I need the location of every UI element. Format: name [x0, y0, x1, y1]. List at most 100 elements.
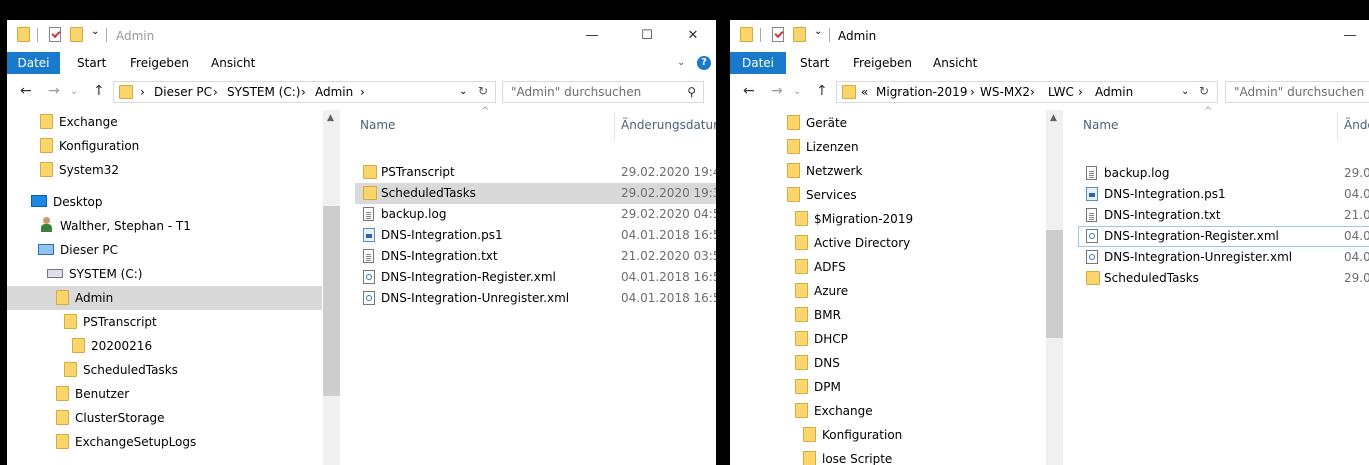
scroll-up-arrow-icon[interactable]: ▲ [1050, 113, 1057, 123]
address-dropdown-icon[interactable]: ⌄ [1181, 86, 1189, 97]
help-icon[interactable]: ? [697, 56, 711, 70]
tree-item-dpm[interactable]: DPM [795, 375, 841, 399]
chevron-icon[interactable]: › [213, 85, 218, 99]
up-icon[interactable]: ↑ [93, 83, 105, 99]
scrollbar-thumb[interactable] [323, 206, 340, 396]
file-row-dns-integration-register-xml[interactable]: DNS-Integration-Register.xml 04.01 [1078, 226, 1369, 247]
tree-item-active-directory[interactable]: Active Directory [795, 231, 910, 255]
refresh-icon[interactable]: ↻ [478, 84, 488, 98]
chevron-icon[interactable]: › [360, 85, 365, 99]
tree-item-netzwerk[interactable]: Netzwerk [787, 159, 862, 183]
tree-item-konfiguration[interactable]: Konfiguration [803, 423, 902, 447]
file-row-scheduledtasks[interactable]: ScheduledTasks 29.02.2020 19:36 [355, 183, 716, 204]
tree-item-exchange[interactable]: Exchange [40, 110, 118, 134]
new-folder-icon[interactable] [793, 27, 806, 42]
tree-item-lizenzen[interactable]: Lizenzen [787, 135, 859, 159]
file-row-dns-integration-ps1[interactable]: DNS-Integration.ps1 04.01.2018 16:59 [355, 225, 716, 246]
breadcrumb-lwc[interactable]: LWC [1048, 85, 1074, 99]
breadcrumb-admin[interactable]: Admin [1095, 85, 1133, 99]
properties-icon[interactable] [772, 27, 784, 42]
chevron-icon[interactable]: › [301, 85, 306, 99]
search-icon[interactable]: ⚲ [687, 82, 696, 102]
file-row-dns-integration-unregister-xml[interactable]: DNS-Integration-Unregister.xml 04.01.201… [355, 288, 716, 309]
up-icon[interactable]: ↑ [816, 83, 828, 99]
tab-ansicht[interactable]: Ansicht [211, 52, 255, 74]
customize-qat-icon[interactable]: ⌄ [91, 26, 99, 37]
refresh-icon[interactable]: ↻ [1199, 84, 1209, 98]
tree-item-desktop[interactable]: Desktop [31, 190, 103, 214]
forward-icon[interactable]: → [48, 83, 60, 99]
breadcrumb-overflow[interactable]: « [861, 85, 868, 99]
tab-start[interactable]: Start [800, 52, 829, 74]
tree-item-dhcp[interactable]: DHCP [795, 327, 848, 351]
breadcrumb-ws-mx2[interactable]: WS-MX2 [980, 85, 1030, 99]
tree-item-admin[interactable]: Admin [7, 286, 322, 310]
search-input[interactable]: "Admin" durchsuchen [1225, 81, 1369, 103]
tab-ansicht[interactable]: Ansicht [933, 52, 977, 74]
tree-item-geraete[interactable]: Geräte [787, 111, 847, 135]
tree-item-migration-2019[interactable]: $Migration-2019 [795, 207, 913, 231]
file-row-dns-integration-ps1[interactable]: DNS-Integration.ps1 04.01 [1078, 184, 1369, 205]
back-icon[interactable]: ← [20, 83, 32, 99]
column-header-name[interactable]: Name [1083, 118, 1118, 132]
tree-item-system-c[interactable]: SYSTEM (C:) [47, 262, 142, 286]
tree-item-adfs[interactable]: ADFS [795, 255, 846, 279]
column-divider[interactable] [1337, 112, 1338, 140]
file-row-backup-log[interactable]: backup.log 29.02 [1078, 163, 1369, 184]
new-folder-icon[interactable] [70, 27, 83, 42]
address-bar[interactable]: › Dieser PC › SYSTEM (C:) › Admin › ⌄ ↻ [113, 81, 496, 103]
recent-dropdown-icon[interactable]: ⌄ [793, 86, 801, 97]
nav-scrollbar[interactable]: ▲ [323, 110, 340, 465]
customize-qat-icon[interactable]: ⌄ [814, 26, 822, 37]
back-icon[interactable]: ← [743, 83, 755, 99]
nav-scrollbar[interactable]: ▲ [1046, 110, 1063, 465]
tree-item-benutzer[interactable]: Benutzer [56, 382, 129, 406]
maximize-button[interactable]: ☐ [627, 24, 667, 48]
scroll-up-arrow-icon[interactable]: ▲ [327, 113, 334, 123]
column-header-name[interactable]: Name [360, 118, 395, 132]
tab-datei[interactable]: Datei [730, 52, 786, 74]
tree-item-20200216[interactable]: 20200216 [72, 334, 152, 358]
tab-freigeben[interactable]: Freigeben [130, 52, 189, 74]
recent-dropdown-icon[interactable]: ⌄ [70, 86, 78, 97]
tree-item-clusterstorage[interactable]: ClusterStorage [56, 406, 165, 430]
file-row-dns-integration-register-xml[interactable]: DNS-Integration-Register.xml 04.01.2018 … [355, 267, 716, 288]
tree-item-exchange[interactable]: Exchange [795, 399, 873, 423]
chevron-icon[interactable]: › [1078, 85, 1083, 99]
address-bar[interactable]: « Migration-2019 › WS-MX2 › LWC › Admin … [836, 81, 1218, 103]
tree-item-bmr[interactable]: BMR [795, 303, 841, 327]
chevron-icon[interactable]: › [140, 85, 145, 99]
address-dropdown-icon[interactable]: ⌄ [459, 86, 467, 97]
tab-freigeben[interactable]: Freigeben [853, 52, 912, 74]
file-row-pstranscript[interactable]: PSTranscript 29.02.2020 19:41 [355, 162, 716, 183]
properties-icon[interactable] [49, 27, 61, 42]
file-row-dns-integration-txt[interactable]: DNS-Integration.txt 21.02 [1078, 205, 1369, 226]
file-row-dns-integration-unregister-xml[interactable]: DNS-Integration-Unregister.xml 04.01 [1078, 247, 1369, 268]
tree-item-scheduledtasks[interactable]: ScheduledTasks [64, 358, 178, 382]
chevron-icon[interactable]: › [1030, 85, 1035, 99]
tree-item-azure[interactable]: Azure [795, 279, 848, 303]
tab-start[interactable]: Start [77, 52, 106, 74]
chevron-icon[interactable]: › [970, 85, 975, 99]
forward-icon[interactable]: → [771, 83, 783, 99]
file-row-backup-log[interactable]: backup.log 29.02.2020 04:53 [355, 204, 716, 225]
breadcrumb-migration-2019[interactable]: Migration-2019 [876, 85, 967, 99]
close-button[interactable]: ✕ [673, 24, 713, 48]
breadcrumb-dieser-pc[interactable]: Dieser PC [154, 85, 212, 99]
column-divider[interactable] [614, 112, 615, 140]
tree-item-dieser-pc[interactable]: Dieser PC [38, 238, 118, 262]
minimize-button[interactable]: — [572, 24, 612, 48]
breadcrumb-admin[interactable]: Admin [315, 85, 353, 99]
file-row-dns-integration-txt[interactable]: DNS-Integration.txt 21.02.2020 03:56 [355, 246, 716, 267]
tree-item-lose-scripte[interactable]: lose Scripte [803, 447, 892, 465]
tree-item-pstranscript[interactable]: PSTranscript [64, 310, 157, 334]
tab-datei[interactable]: Datei [7, 52, 60, 74]
expand-ribbon-icon[interactable]: ⌄ [677, 52, 685, 74]
tree-item-user[interactable]: Walther, Stephan - T1 [40, 214, 191, 238]
tree-item-exchangesetuplogs[interactable]: ExchangeSetupLogs [56, 430, 196, 454]
scrollbar-thumb[interactable] [1046, 230, 1063, 338]
minimize-button[interactable]: — [1330, 24, 1369, 48]
tree-item-system32[interactable]: System32 [40, 158, 119, 182]
tree-item-services[interactable]: Services [787, 183, 857, 207]
column-header-date[interactable]: Ände [1344, 118, 1369, 132]
